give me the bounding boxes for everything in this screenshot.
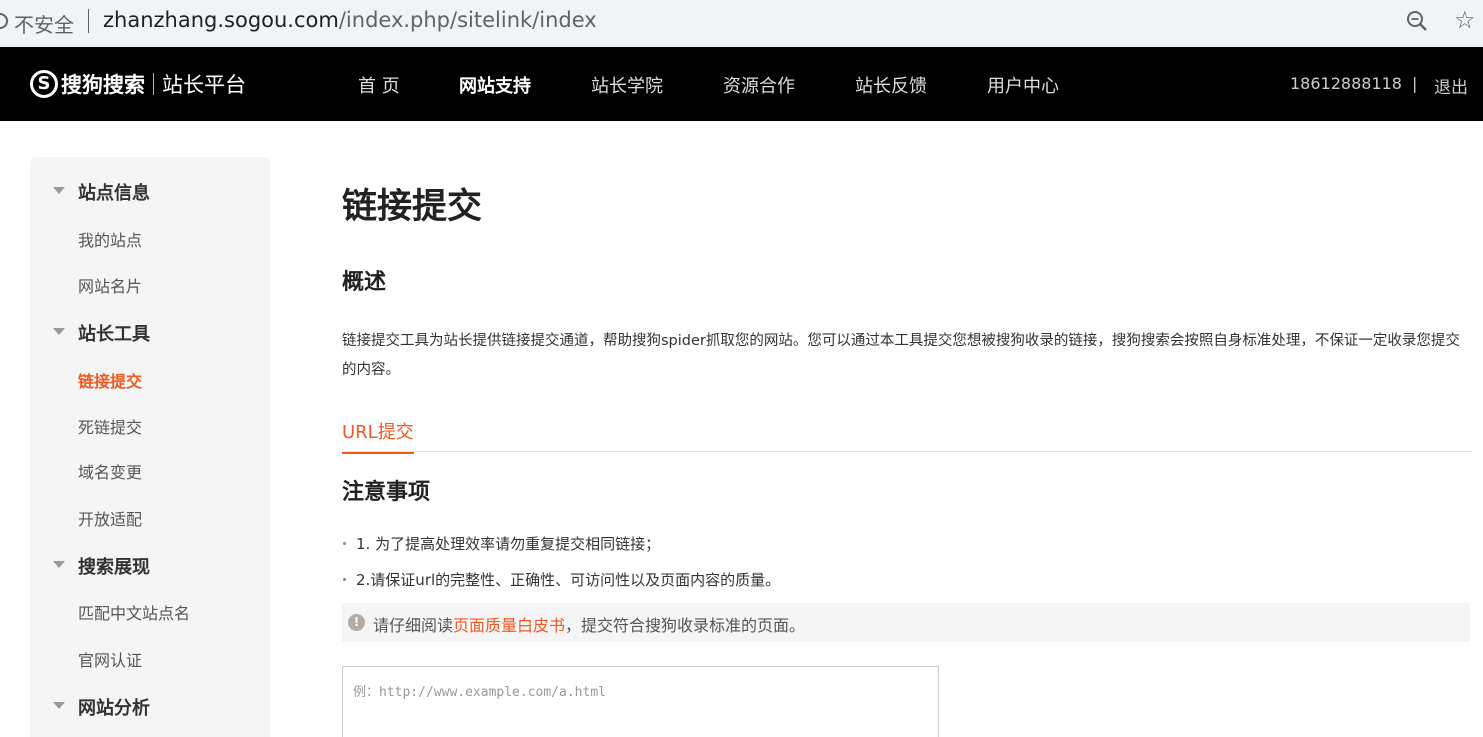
url-host: zhanzhang.sogou.com xyxy=(103,8,339,32)
overview-heading: 概述 xyxy=(342,270,387,295)
warning-banner: ! 请仔细阅读页面质量白皮书，提交符合搜狗收录标准的页面。 xyxy=(342,603,1470,642)
list-item: 2.请保证url的完整性、正确性、可访问性以及页面内容的质量。 xyxy=(342,569,780,590)
browser-address-bar: 不安全 zhanzhang.sogou.com/index.php/siteli… xyxy=(0,0,1483,47)
user-phone[interactable]: 18612888118 xyxy=(1290,74,1402,93)
whitepaper-link[interactable]: 页面质量白皮书 xyxy=(453,616,565,635)
sidebar-group-title: 网站分析 xyxy=(78,698,150,719)
sidebar-item-site-card[interactable]: 网站名片 xyxy=(78,273,142,297)
caret-down-icon xyxy=(53,561,65,568)
notes-heading: 注意事项 xyxy=(342,480,431,505)
logo-brand: 搜狗搜索 xyxy=(61,73,145,97)
tab-url-submit[interactable]: URL提交 xyxy=(342,418,414,454)
nav-webmaster-academy[interactable]: 站长学院 xyxy=(591,72,663,98)
exclamation-icon: ! xyxy=(348,614,365,631)
nav-site-support[interactable]: 网站支持 xyxy=(459,72,531,98)
bookmark-star-icon[interactable]: ☆ xyxy=(1454,6,1476,34)
sidebar-group-title: 站点信息 xyxy=(78,183,150,204)
site-logo[interactable]: S 搜狗搜索 站长平台 xyxy=(30,69,246,99)
top-navigation: S 搜狗搜索 站长平台 首 页 网站支持 站长学院 资源合作 站长反馈 用户中心… xyxy=(0,47,1483,121)
caret-down-icon xyxy=(53,328,65,335)
warning-after: ，提交符合搜狗收录标准的页面。 xyxy=(565,616,806,635)
address-separator xyxy=(88,9,89,33)
sogou-s-icon: S xyxy=(30,70,58,98)
sidebar-item-open-adaptation[interactable]: 开放适配 xyxy=(78,506,142,530)
warning-text: 请仔细阅读页面质量白皮书，提交符合搜狗收录标准的页面。 xyxy=(373,612,805,636)
logo-platform: 站长平台 xyxy=(162,73,246,97)
nav-webmaster-feedback[interactable]: 站长反馈 xyxy=(855,72,927,98)
description-text: 链接提交工具为站长提供链接提交通道，帮助搜狗spider抓取您的网站。您可以通过… xyxy=(342,333,1460,378)
list-item: 1. 为了提高处理效率请勿重复提交相同链接； xyxy=(342,533,660,554)
page-title: 链接提交 xyxy=(342,187,483,227)
sidebar-group-title: 站长工具 xyxy=(78,324,150,345)
caret-down-icon xyxy=(53,702,65,709)
sidebar-item-domain-change[interactable]: 域名变更 xyxy=(78,459,142,483)
caret-down-icon xyxy=(53,187,65,194)
sidebar-item-link-submit[interactable]: 链接提交 xyxy=(78,368,142,392)
note-text: 2.请保证url的完整性、正确性、可访问性以及页面内容的质量。 xyxy=(356,571,781,589)
sidebar-item-dead-link-submit[interactable]: 死链提交 xyxy=(78,414,142,438)
sidebar-group-title: 搜索展现 xyxy=(78,557,150,578)
note-text: 1. 为了提高处理效率请勿重复提交相同链接； xyxy=(356,535,661,553)
header-separator: | xyxy=(1412,74,1418,93)
info-icon[interactable] xyxy=(0,13,8,29)
bullet-icon xyxy=(343,541,346,545)
nav-resource-cooperation[interactable]: 资源合作 xyxy=(723,72,795,98)
sidebar-item-match-chinese-name[interactable]: 匹配中文站点名 xyxy=(78,600,190,624)
sidebar-item-official-verify[interactable]: 官网认证 xyxy=(78,647,142,671)
url-path: /index.php/sitelink/index xyxy=(338,8,597,32)
url-field[interactable]: zhanzhang.sogou.com/index.php/sitelink/i… xyxy=(103,8,597,32)
warning-before: 请仔细阅读 xyxy=(373,616,454,635)
sidebar-item-my-sites[interactable]: 我的站点 xyxy=(78,227,142,251)
tab-bar: URL提交 xyxy=(342,411,1472,454)
logout-link[interactable]: 退出 xyxy=(1434,73,1468,98)
nav-home[interactable]: 首 页 xyxy=(358,72,400,98)
zoom-icon[interactable] xyxy=(1406,10,1428,32)
security-label[interactable]: 不安全 xyxy=(14,9,74,38)
nav-user-center[interactable]: 用户中心 xyxy=(987,72,1059,98)
logo-divider xyxy=(153,73,154,95)
bullet-icon xyxy=(343,577,346,581)
sidebar: 站点信息 我的站点 网站名片 站长工具 链接提交 死链提交 域名变更 开放适配 … xyxy=(30,157,270,737)
url-input[interactable] xyxy=(342,666,939,737)
